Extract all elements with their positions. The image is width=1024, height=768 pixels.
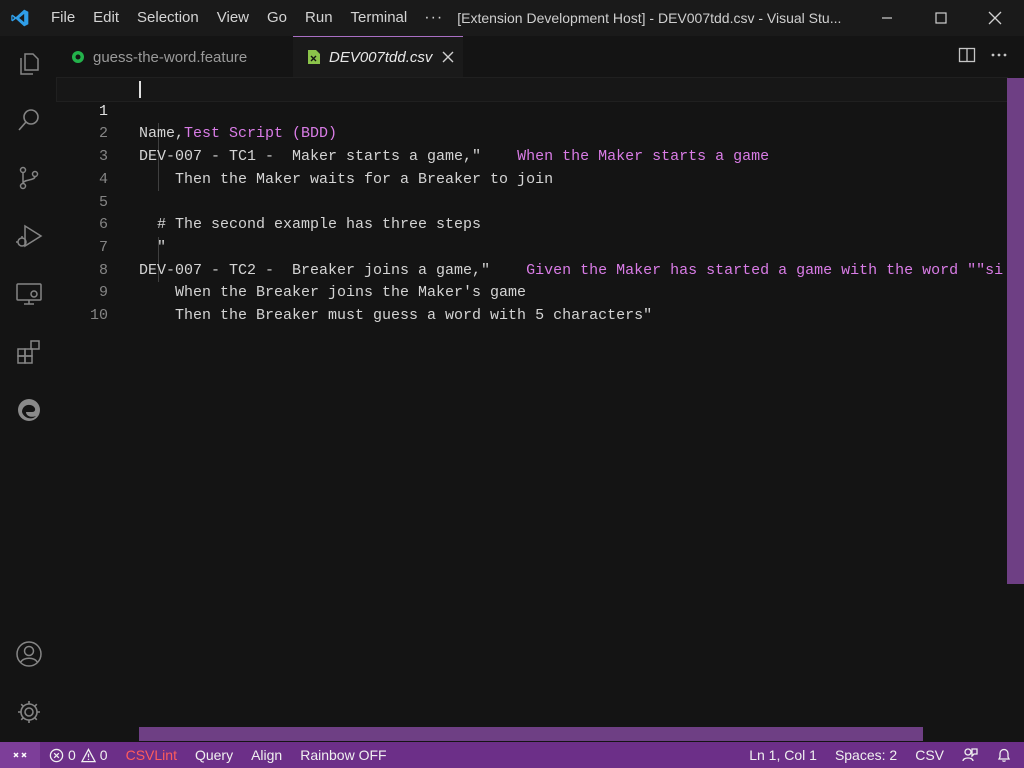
status-bar: 0 0 CSVLint Query Align Rainbow OFF Ln 1…	[0, 742, 1024, 768]
editor-line-10[interactable]: 10	[57, 282, 1007, 324]
menu-file[interactable]: File	[40, 0, 84, 36]
editor-line-7[interactable]: 7 DEV-007 - TC2 - Breaker joins a game,"…	[57, 214, 1007, 279]
language-mode[interactable]: CSV	[906, 742, 953, 768]
menu-view[interactable]: View	[208, 0, 258, 36]
remote-indicator-icon[interactable]	[0, 742, 40, 768]
editor-line-5[interactable]: 5 # The second example has three steps	[57, 169, 1007, 234]
activity-bar	[0, 36, 57, 742]
minimize-button[interactable]	[864, 0, 910, 36]
extensions-icon[interactable]	[0, 328, 57, 376]
menu-terminal[interactable]: Terminal	[342, 0, 417, 36]
menu-run[interactable]: Run	[296, 0, 342, 36]
code-editor[interactable]: 1 Name,Test Script (BDD) 2 DEV-007 - TC1…	[56, 77, 1024, 742]
csvlint-button[interactable]: CSVLint	[117, 742, 186, 768]
rainbow-toggle[interactable]: Rainbow OFF	[291, 742, 395, 768]
more-actions-icon[interactable]	[990, 47, 1008, 68]
close-window-button[interactable]	[972, 0, 1018, 36]
csv-file-icon	[307, 49, 321, 65]
editor-line-6[interactable]: 6 "	[57, 192, 1007, 256]
editor-line-3[interactable]: 3 Then the Maker waits for a Breaker to …	[57, 123, 1007, 188]
edge-browser-icon[interactable]	[0, 386, 57, 434]
editor-tab-bar: guess-the-word.feature DEV007tdd.csv	[57, 36, 1024, 78]
search-icon[interactable]	[0, 96, 57, 144]
explorer-icon[interactable]	[0, 40, 57, 88]
tab-label: DEV007tdd.csv	[329, 48, 433, 66]
menu-bar: File Edit Selection View Go Run Terminal…	[40, 0, 455, 36]
accounts-icon[interactable]	[0, 630, 57, 678]
vertical-scrollbar[interactable]	[1007, 78, 1024, 584]
run-debug-icon[interactable]	[0, 212, 57, 260]
problems-status[interactable]: 0 0	[40, 742, 117, 768]
editor-line-9[interactable]: 9 Then the Breaker must guess a word wit…	[57, 260, 1007, 324]
split-editor-icon[interactable]	[958, 47, 976, 68]
menu-selection[interactable]: Selection	[128, 0, 208, 36]
vscode-logo-icon	[0, 0, 40, 36]
cursor-position[interactable]: Ln 1, Col 1	[740, 742, 826, 768]
tab-guess-the-word-feature[interactable]: guess-the-word.feature	[57, 36, 293, 78]
editor-line-4[interactable]: 4	[57, 146, 1007, 188]
maximize-button[interactable]	[918, 0, 964, 36]
menu-edit[interactable]: Edit	[84, 0, 128, 36]
editor-line-2[interactable]: 2 DEV-007 - TC1 - Maker starts a game," …	[57, 101, 1007, 165]
settings-gear-icon[interactable]	[0, 688, 57, 736]
tab-dev007tdd-csv[interactable]: DEV007tdd.csv	[293, 36, 463, 78]
warning-count: 0	[99, 747, 108, 763]
tab-label: guess-the-word.feature	[93, 48, 248, 66]
window-title: [Extension Development Host] - DEV007tdd…	[457, 10, 842, 26]
query-button[interactable]: Query	[186, 742, 242, 768]
cucumber-icon	[71, 50, 85, 64]
remote-explorer-icon[interactable]	[0, 270, 57, 318]
error-icon	[49, 748, 64, 762]
editor-actions	[958, 36, 1008, 78]
align-button[interactable]: Align	[242, 742, 291, 768]
menu-go[interactable]: Go	[258, 0, 296, 36]
menu-more-button[interactable]: ···	[416, 9, 455, 27]
csv-column-1: Then the Breaker must guess a word with …	[139, 307, 653, 324]
error-count: 0	[68, 747, 76, 763]
source-control-icon[interactable]	[0, 154, 57, 202]
notifications-bell-icon[interactable]	[987, 742, 1024, 768]
title-bar: File Edit Selection View Go Run Terminal…	[0, 0, 1024, 36]
editor-line-8[interactable]: 8 When the Breaker joins the Maker's gam…	[57, 237, 1007, 302]
editor-line-1[interactable]: 1 Name,Test Script (BDD)	[56, 77, 1008, 142]
feedback-icon[interactable]	[953, 742, 987, 768]
text-cursor	[139, 81, 141, 98]
line-number: 10	[89, 307, 108, 324]
indentation-setting[interactable]: Spaces: 2	[826, 742, 906, 768]
horizontal-scrollbar[interactable]	[139, 727, 923, 741]
close-tab-icon[interactable]	[442, 51, 454, 63]
warning-icon	[80, 747, 96, 762]
